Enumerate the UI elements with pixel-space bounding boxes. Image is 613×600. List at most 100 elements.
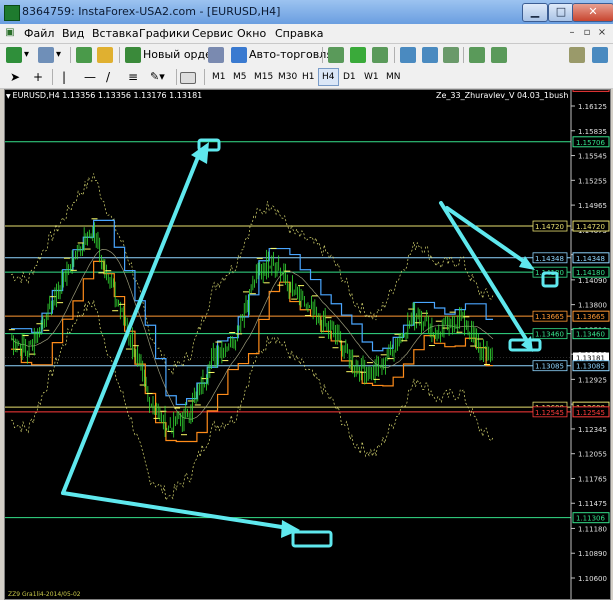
candlestick-icon[interactable]: [350, 47, 366, 63]
minimize-icon: ▁: [530, 5, 540, 18]
menu-bar: ▣ Файл Вид Вставка Графики Сервис Окно С…: [0, 24, 613, 44]
level-inline-label: 1.14720: [535, 223, 564, 231]
cursor-icon[interactable]: ➤: [10, 69, 20, 85]
help-icon[interactable]: [592, 47, 608, 63]
objects-icon[interactable]: ✎▾: [150, 69, 165, 85]
timeframe-m15[interactable]: M15: [251, 69, 276, 85]
timeframe-h1[interactable]: H1: [299, 69, 318, 85]
candles-layer: [8, 218, 493, 438]
child-minimize-icon[interactable]: –: [565, 26, 579, 40]
lower-band-line: [11, 260, 493, 443]
timeframe-m1[interactable]: M1: [209, 69, 229, 85]
level-price-label: 1.12545: [576, 409, 605, 417]
timeframe-m30[interactable]: M30: [275, 69, 300, 85]
toolbar-separator: [204, 69, 205, 85]
profiles-icon[interactable]: [38, 47, 54, 63]
level-price-label: 1.14720: [576, 223, 605, 231]
upper-band-line: [11, 219, 493, 406]
level-price-label: 1.14348: [576, 255, 605, 263]
document-icon[interactable]: ▣: [3, 26, 17, 40]
auto-trading-icon[interactable]: [231, 47, 247, 63]
title-bar: 8364759: InstaForex-USA2.com - [EURUSD,H…: [0, 0, 613, 25]
close-button[interactable]: ✕: [572, 3, 613, 22]
price-tick-label: 1.12345: [578, 426, 607, 434]
templates-icon[interactable]: [180, 72, 196, 84]
level-inline-label: 1.13665: [535, 313, 564, 321]
vertical-line-icon[interactable]: |: [62, 69, 66, 85]
timeframe-m5[interactable]: M5: [230, 69, 250, 85]
level-inline-label: 1.14348: [535, 255, 564, 263]
price-chart[interactable]: 1.14720 1.14348 1.14180 1.13665 1.13460 1.130…: [5, 90, 610, 599]
timeframe-mn[interactable]: MN: [383, 69, 404, 85]
timeframe-h4[interactable]: H4: [318, 68, 339, 86]
toolbar-separator: [70, 47, 71, 63]
price-tick-label: 1.15835: [578, 128, 607, 136]
menu-tools[interactable]: Сервис: [192, 27, 233, 40]
timeframe-d1[interactable]: D1: [340, 69, 359, 85]
toolbar-separator: [463, 47, 464, 63]
search-icon[interactable]: [569, 47, 585, 63]
toolbar-separator: [176, 69, 177, 85]
chevron-down-icon[interactable]: ▾: [56, 47, 61, 63]
auto-trading-button[interactable]: Авто-торговля: [249, 47, 333, 63]
drawing-toolbar: ➤ + | — / ≡ ✎▾ M1 M5 M15 M30 H1 H4 D1 W1…: [0, 66, 613, 89]
level-price-label: 1.15706: [576, 139, 605, 147]
chart-header: ▼ EURUSD,H4 1.13356 1.13356 1.13176 1.13…: [6, 91, 203, 100]
price-tick-label: 1.13800: [578, 302, 607, 310]
level-inline-label: 1.12545: [535, 409, 564, 417]
child-close-icon[interactable]: ×: [595, 26, 609, 40]
new-chart-icon[interactable]: [6, 47, 22, 63]
price-tick-label: 1.10890: [578, 550, 607, 558]
zoom-in-icon[interactable]: [400, 47, 416, 63]
close-icon: ✕: [588, 5, 598, 18]
price-tick-label: 1.10600: [578, 575, 607, 583]
menu-view[interactable]: Вид: [62, 27, 84, 40]
maximize-icon: □: [555, 5, 567, 18]
price-tick-label: 1.12055: [578, 451, 607, 459]
bar-chart-icon[interactable]: [328, 47, 344, 63]
arrows-layer[interactable]: [61, 138, 559, 548]
maximize-button[interactable]: □: [548, 3, 574, 22]
chevron-down-icon[interactable]: ▾: [24, 47, 29, 63]
toolbar-separator: [119, 47, 120, 63]
price-tick-label: 1.11765: [578, 475, 607, 483]
level-price-label: 1.14180: [576, 269, 605, 277]
toolbar-separator: [322, 47, 323, 63]
arrow-head: [281, 520, 300, 538]
price-tick-label: 1.11180: [578, 525, 607, 533]
price-tick-label: 1.14965: [578, 202, 607, 210]
timeframe-w1[interactable]: W1: [361, 69, 382, 85]
line-chart-icon[interactable]: [372, 47, 388, 63]
crosshair-icon[interactable]: +: [33, 69, 43, 85]
level-price-label: 1.13085: [576, 363, 605, 371]
arrow-down-left: [61, 491, 290, 530]
menu-help[interactable]: Справка: [275, 27, 323, 40]
navigator-icon[interactable]: [97, 47, 113, 63]
arrow-right-upper: [445, 206, 531, 267]
trendline-icon[interactable]: /: [106, 69, 110, 85]
market-watch-icon[interactable]: [76, 47, 92, 63]
bands-layer: [10, 173, 494, 502]
toolbar-separator: [394, 47, 395, 63]
chart-window[interactable]: 1.14720 1.14348 1.14180 1.13665 1.13460 1.130…: [4, 89, 611, 600]
price-tick-label: 1.12925: [578, 376, 607, 384]
menu-insert[interactable]: Вставка: [92, 27, 139, 40]
menu-charts[interactable]: Графики: [139, 27, 190, 40]
zoom-out-icon[interactable]: [422, 47, 438, 63]
child-restore-icon[interactable]: ▫: [580, 26, 594, 40]
window-title: 8364759: InstaForex-USA2.com - [EURUSD,H…: [22, 5, 281, 18]
autoscroll-icon[interactable]: [469, 47, 485, 63]
meta-editor-icon[interactable]: [208, 47, 224, 63]
level-price-label: 1.13665: [576, 313, 605, 321]
price-tick-label: 1.11475: [578, 500, 607, 508]
menu-window[interactable]: Окно: [237, 27, 266, 40]
standard-toolbar: ▾ ▾ Новый ордер Авто-торговля: [0, 44, 613, 67]
horizontal-line-icon[interactable]: —: [84, 69, 96, 85]
minimize-button[interactable]: ▁: [522, 3, 548, 22]
channel-icon[interactable]: ≡: [128, 69, 138, 85]
level-inline-label: 1.13460: [535, 331, 564, 339]
menu-file[interactable]: Файл: [24, 27, 54, 40]
chart-shift-icon[interactable]: [491, 47, 507, 63]
new-order-icon[interactable]: [125, 47, 141, 63]
tile-windows-icon[interactable]: [443, 47, 459, 63]
